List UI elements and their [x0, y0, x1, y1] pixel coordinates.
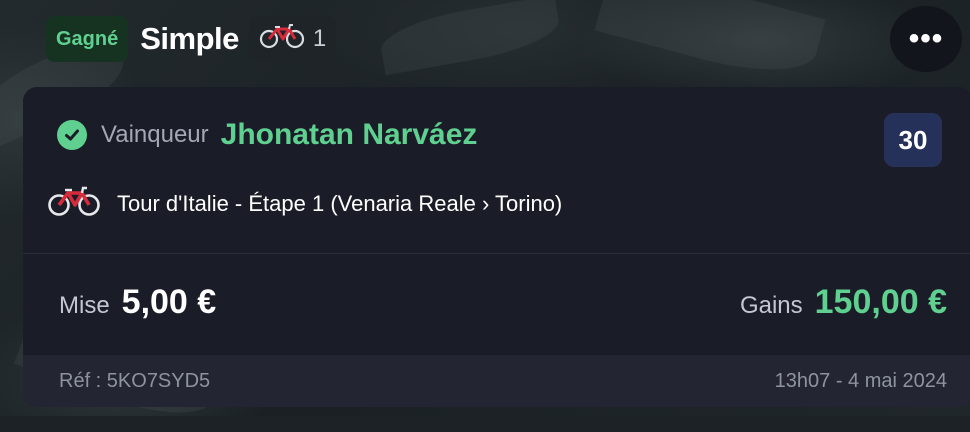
check-icon [57, 120, 87, 150]
bet-date: 13h07 - 4 mai 2024 [774, 369, 947, 392]
stake-value: 5,00 € [121, 283, 217, 321]
selection-name: Jhonatan Narváez [220, 118, 478, 151]
selection-row: Vainqueur Jhonatan Narváez [57, 118, 477, 152]
card-footer: Réf : 5KO7SYD5 13h07 - 4 mai 2024 [23, 355, 970, 407]
bet-reference: Réf : 5KO7SYD5 [59, 369, 211, 392]
status-badge: Gagné [46, 16, 129, 62]
event-row: Tour d'Italie - Étape 1 (Venaria Reale ›… [47, 185, 562, 222]
stake-label: Mise [59, 292, 110, 319]
divider [23, 253, 970, 254]
selections-count-pill: 1 [248, 16, 337, 62]
event-name: Tour d'Italie - Étape 1 (Venaria Reale ›… [117, 190, 563, 216]
bicycle-icon [259, 23, 305, 56]
more-options-button[interactable]: ••• [890, 6, 962, 72]
stake: Mise 5,00 € [59, 283, 216, 322]
market-label: Vainqueur [101, 121, 209, 148]
gains-value: 150,00 € [814, 283, 947, 321]
bet-header: Gagné Simple 1 [46, 16, 337, 62]
bicycle-icon [47, 185, 101, 222]
bet-type-title: Simple [140, 21, 239, 56]
selections-count: 1 [312, 25, 327, 52]
bet-card: Vainqueur Jhonatan Narváez 30 Tour d'Ita… [23, 87, 970, 407]
gains-label: Gains [739, 292, 803, 319]
gains: Gains 150,00 € [740, 283, 947, 322]
odds-badge: 30 [884, 113, 942, 167]
